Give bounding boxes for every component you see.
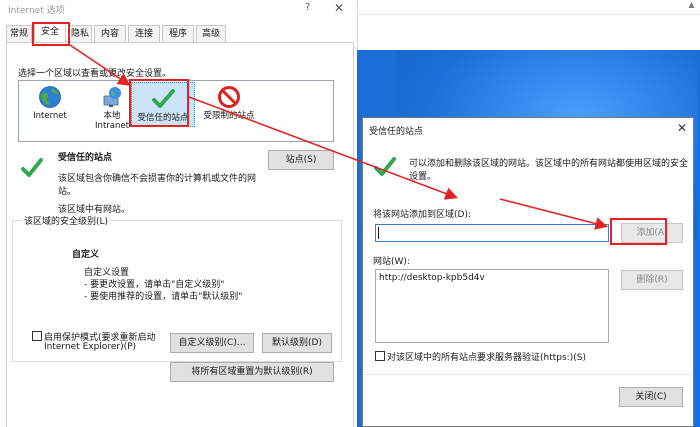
text-caret (378, 227, 379, 239)
checkmark-icon (374, 157, 396, 176)
selected-zone-description: 该区域包含你确信不会损害你的计算机或文件的网 (58, 174, 257, 184)
zone-restricted-sites[interactable]: 受限制的站点 (197, 81, 261, 143)
remove-button[interactable]: 删除(R) (621, 270, 683, 290)
add-website-label: 将该网站添加到区域(D): (373, 210, 471, 220)
selected-zone-title: 受信任的站点 (58, 153, 113, 163)
dialog-title: Internet 选项 (8, 6, 65, 16)
tab-advanced[interactable]: 高级 (196, 25, 226, 42)
highlight-security-tab (32, 22, 70, 46)
selected-zone-description: 站。 (58, 187, 77, 197)
dialog-info-text: 可以添加和删除该区域的网站。该区域中的所有网站都使用区域的安全 (409, 159, 689, 169)
tab-programs[interactable]: 程序 (162, 25, 194, 42)
require-https-label: 对该区域中的所有站点要求服务器验证(https:)(S) (387, 353, 586, 363)
close-icon[interactable]: ✕ (334, 1, 344, 15)
tab-connections[interactable]: 连接 (128, 25, 160, 42)
tab-general[interactable]: 常规 (6, 25, 32, 42)
security-level-legend: 该区域的安全级别(L) (22, 214, 111, 227)
sites-button[interactable]: 站点(S) (268, 150, 334, 170)
require-https-checkbox[interactable] (375, 351, 385, 361)
close-icon[interactable]: ✕ (677, 121, 687, 135)
highlight-add-button (610, 218, 667, 245)
custom-level-button[interactable]: 自定义级别(C)... (170, 333, 254, 353)
protected-mode-checkbox[interactable] (32, 331, 42, 341)
trusted-sites-dialog: 受信任的站点 ✕ 可以添加和删除该区域的网站。该区域中的所有网站都使用区域的安全… (362, 117, 694, 427)
background-window-header (357, 0, 700, 50)
close-button[interactable]: 关闭(C) (619, 387, 683, 407)
list-item[interactable]: http://desktop-kpb5d4v (379, 273, 485, 283)
divider (357, 14, 700, 15)
websites-label: 网站(W): (373, 257, 410, 267)
globe-icon (39, 86, 61, 108)
zone-label: 受限制的站点 (203, 111, 255, 121)
local-intranet-icon (103, 87, 121, 107)
security-level-name: 自定义 (72, 250, 100, 260)
protected-mode-label: Internet Explorer)(P) (44, 342, 137, 352)
checkmark-icon (21, 158, 43, 177)
default-level-button[interactable]: 默认级别(D) (262, 333, 332, 353)
tab-privacy[interactable]: 隐私 (68, 25, 92, 42)
zone-prompt: 选择一个区域以查看或更改安全设置。 (18, 69, 172, 79)
dialog-title: 受信任的站点 (369, 127, 424, 137)
dialog-info-text: 设置。 (409, 172, 437, 182)
scroll-up-icon[interactable]: ▲ (683, 0, 700, 14)
restricted-icon (218, 86, 240, 108)
zone-label: Internet (33, 111, 67, 121)
tab-content[interactable]: 内容 (94, 25, 126, 42)
add-website-input[interactable] (375, 224, 609, 242)
security-level-text: - 要使用推荐的设置，请单击"默认级别" (84, 292, 243, 302)
help-button[interactable]: ? (305, 2, 310, 13)
divider (363, 374, 693, 375)
reset-all-zones-button[interactable]: 将所有区域重置为默认级别(R) (170, 362, 334, 382)
zone-internet[interactable]: Internet (19, 81, 81, 143)
internet-options-dialog: Internet 选项 ? ✕ 常规 安全 隐私 内容 连接 程序 高级 选择一… (0, 0, 357, 427)
highlight-trusted-zone (129, 79, 189, 127)
